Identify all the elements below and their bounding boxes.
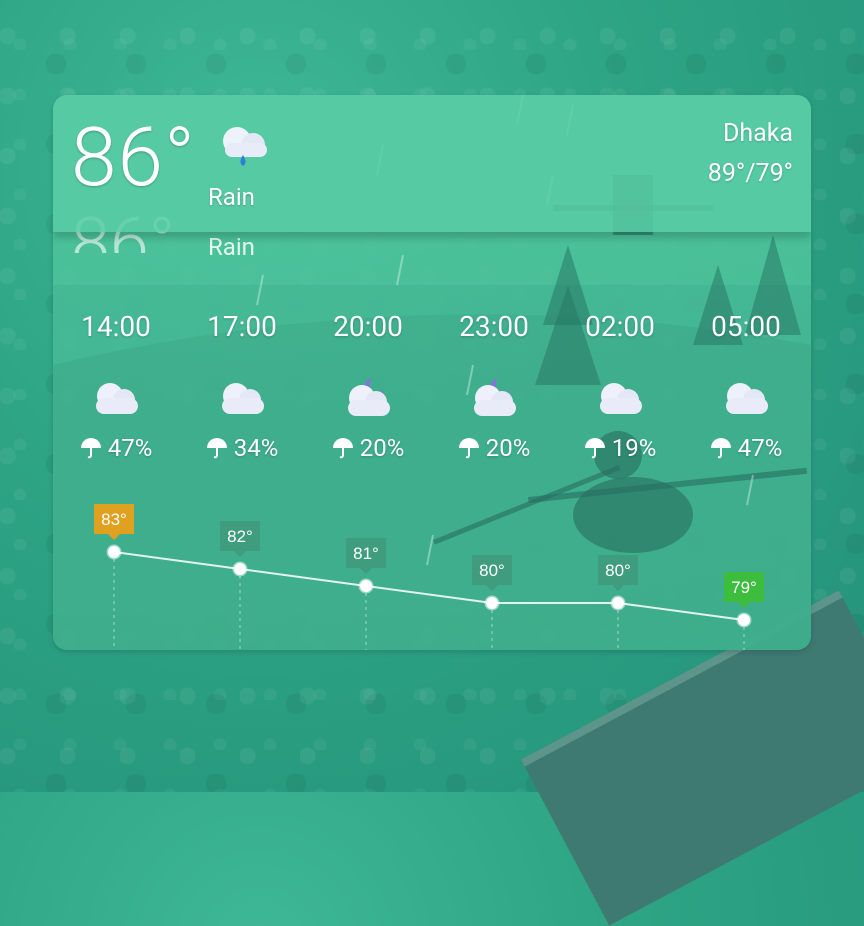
high-low-temperature: 89°/79° xyxy=(707,159,793,188)
precip-chance: 47% xyxy=(737,434,783,462)
forecast-item: 23:00 20% xyxy=(431,310,557,462)
precip-chance: 47% xyxy=(107,434,153,462)
cloudy-icon xyxy=(600,383,642,414)
precip-chance: 20% xyxy=(485,434,531,462)
partly-cloudy-night-icon xyxy=(348,378,390,416)
umbrella-icon xyxy=(710,438,731,459)
forecast-time: 05:00 xyxy=(711,310,781,343)
precip-chance: 34% xyxy=(233,434,279,462)
forecast-time: 23:00 xyxy=(459,310,529,343)
weather-widget[interactable]: 86° Rain 86° Rain Dhaka 89°/79° 14:00 47… xyxy=(53,95,811,650)
forecast-item: 02:00 19% xyxy=(557,310,683,462)
cloudy-icon xyxy=(222,383,264,414)
condition-label: Rain xyxy=(208,183,255,211)
precip-chance: 19% xyxy=(611,434,657,462)
umbrella-icon xyxy=(206,438,227,459)
forecast-time: 14:00 xyxy=(81,310,151,343)
precip-chance: 20% xyxy=(359,434,405,462)
rain-cloud-icon xyxy=(223,127,267,166)
forecast-time: 17:00 xyxy=(207,310,277,343)
cloudy-icon xyxy=(726,383,768,414)
ghost-condition-label: Rain xyxy=(208,233,255,261)
city-name[interactable]: Dhaka xyxy=(723,119,793,148)
umbrella-icon xyxy=(80,438,101,459)
forecast-item: 14:00 47% xyxy=(53,310,179,462)
forecast-time: 02:00 xyxy=(585,310,655,343)
forecast-item: 05:00 47% xyxy=(683,310,809,462)
partly-cloudy-night-icon xyxy=(474,378,516,416)
current-weather-header[interactable]: 86° Rain Dhaka 89°/79° xyxy=(53,95,811,232)
current-temperature: 86° xyxy=(71,110,196,206)
umbrella-icon xyxy=(584,438,605,459)
umbrella-icon xyxy=(332,438,353,459)
forecast-time: 20:00 xyxy=(333,310,403,343)
umbrella-icon xyxy=(458,438,479,459)
cloudy-icon xyxy=(96,383,138,414)
forecast-item: 20:00 20% xyxy=(305,310,431,462)
forecast-item: 17:00 34% xyxy=(179,310,305,462)
